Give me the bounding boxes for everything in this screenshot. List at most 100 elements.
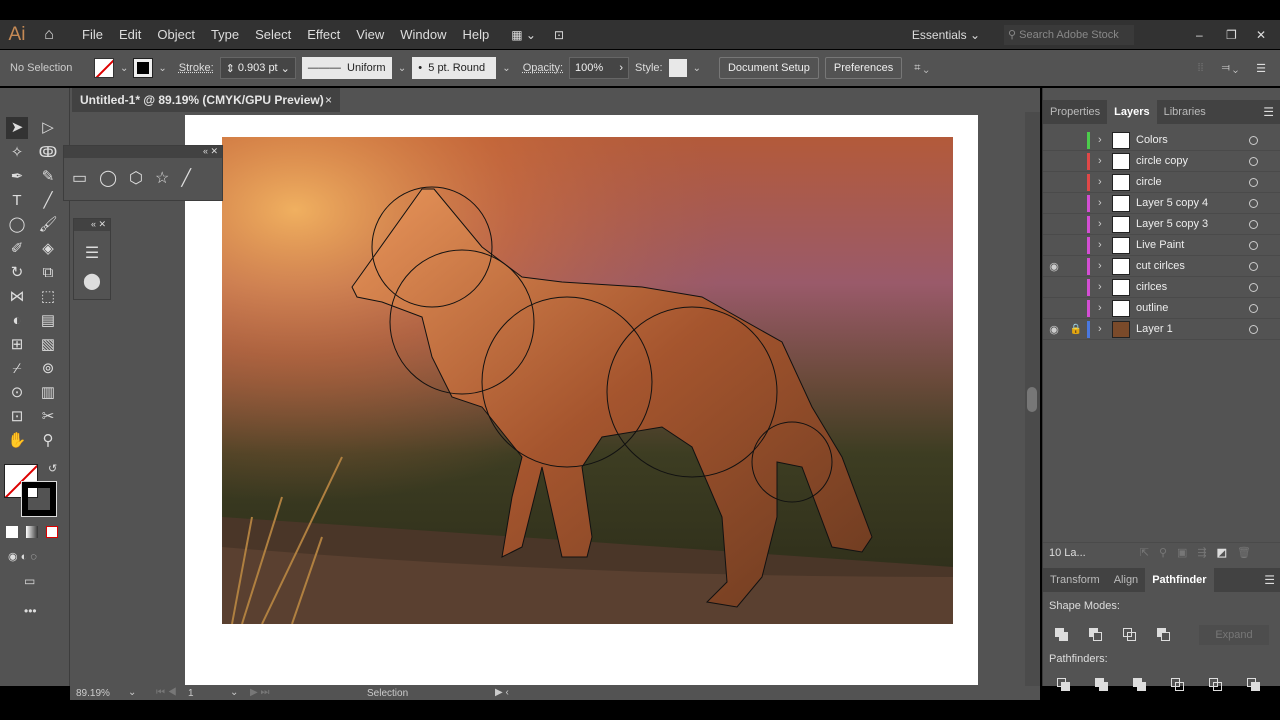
layer-name[interactable]: outline — [1136, 302, 1168, 314]
align-icon[interactable]: ⁞⁞ — [1197, 62, 1203, 74]
layer-row[interactable]: › Live Paint — [1043, 235, 1280, 256]
type-tool-icon[interactable]: T — [6, 190, 28, 212]
preferences-button[interactable]: Preferences — [824, 57, 903, 79]
pen-tool-icon[interactable]: ✒ — [6, 166, 28, 188]
merge-icon[interactable] — [1133, 678, 1147, 692]
rectangle-tool-icon[interactable]: ▭ — [72, 168, 87, 188]
scrollbar-thumb[interactable] — [1027, 387, 1037, 412]
variable-width-profile[interactable]: ——— Uniform — [301, 57, 392, 79]
perspective-grid-tool-icon[interactable]: ▤ — [37, 310, 59, 332]
line-tool-icon[interactable]: ╱ — [37, 190, 59, 212]
select-similar-icon[interactable]: ⌗ ⌄ — [914, 62, 928, 75]
home-icon[interactable]: ⌂ — [34, 26, 64, 44]
paintbrush-tool-icon[interactable]: 🖌 — [37, 214, 59, 236]
fill-swatch[interactable] — [94, 58, 114, 78]
blend-tool-icon[interactable]: ⊚ — [37, 358, 59, 380]
divide-icon[interactable] — [1057, 678, 1071, 692]
target-circle-icon[interactable] — [1249, 177, 1258, 187]
document-tab[interactable]: Untitled-1* @ 89.19% (CMYK/GPU Preview) × — [72, 88, 340, 112]
target-circle-icon[interactable] — [1249, 324, 1258, 334]
swap-fill-stroke-icon[interactable]: ↺ — [48, 462, 57, 475]
gradient-tool-icon[interactable]: ▧ — [37, 334, 59, 356]
ellipse-icon[interactable]: ◯ — [99, 168, 117, 188]
expand-arrow-icon[interactable]: › — [1098, 176, 1112, 188]
visibility-eye-icon[interactable]: ◉ — [1043, 323, 1065, 336]
gpu-performance-icon[interactable]: ⊡ — [554, 28, 564, 42]
expand-arrow-icon[interactable]: › — [1098, 155, 1112, 167]
layer-row[interactable]: › cirlces — [1043, 277, 1280, 298]
expand-arrow-icon[interactable]: › — [1098, 281, 1112, 293]
symbol-sprayer-tool-icon[interactable]: ⊙ — [6, 382, 28, 404]
layer-name[interactable]: Live Paint — [1136, 239, 1184, 251]
visibility-eye-icon[interactable]: ◉ — [1043, 260, 1065, 273]
tab-align[interactable]: Align — [1107, 568, 1145, 592]
layer-row[interactable]: › Layer 5 copy 4 — [1043, 193, 1280, 214]
stock-search[interactable]: ⚲ Search Adobe Stock — [1004, 24, 1134, 45]
star-tool-icon[interactable]: ☆ — [155, 168, 169, 188]
layer-row[interactable]: › Colors — [1043, 130, 1280, 151]
tab-layers[interactable]: Layers — [1107, 100, 1157, 124]
stroke-weight-input[interactable]: ⇕ 0.903 pt ⌄ — [219, 57, 296, 79]
layer-row[interactable]: ◉ 🔒 › Layer 1 — [1043, 319, 1280, 340]
pathfinder-menu-icon[interactable]: ☰ — [1264, 573, 1275, 587]
tab-libraries[interactable]: Libraries — [1157, 100, 1213, 124]
style-swatch[interactable] — [668, 59, 687, 77]
slice-tool-icon[interactable]: ✂ — [37, 406, 59, 428]
expand-arrow-icon[interactable]: › — [1098, 218, 1112, 230]
minus-front-icon[interactable] — [1089, 628, 1103, 642]
layer-name[interactable]: circle — [1136, 176, 1162, 188]
color-mode-icon[interactable] — [6, 526, 18, 538]
stroke-color-swatch[interactable] — [21, 481, 57, 517]
graph-tool-icon[interactable]: ▥ — [37, 382, 59, 404]
menu-help[interactable]: Help — [454, 27, 497, 42]
layer-name[interactable]: cut cirlces — [1136, 260, 1185, 272]
menu-view[interactable]: View — [348, 27, 392, 42]
line-segment-icon[interactable]: ╱ — [181, 168, 191, 188]
opacity-input[interactable]: 100% › — [569, 57, 630, 79]
edit-toolbar-icon[interactable]: ••• — [24, 604, 37, 618]
outline-icon[interactable] — [1209, 678, 1223, 692]
target-circle-icon[interactable] — [1249, 282, 1258, 292]
restore-button[interactable]: ❐ — [1226, 28, 1256, 42]
artboard-tool-icon[interactable]: ⊡ — [6, 406, 28, 428]
artboard-number[interactable]: 1 — [188, 688, 194, 699]
layer-actions-icons[interactable]: ⇱⚲▣⇶◩🗑 — [1140, 546, 1261, 559]
zoom-level[interactable]: 89.19% — [76, 688, 110, 699]
next-artboard-icon[interactable]: ▶ ⏭ — [250, 687, 269, 698]
menu-select[interactable]: Select — [247, 27, 299, 42]
zoom-tool-icon[interactable]: ⚲ — [37, 430, 59, 452]
expand-arrow-icon[interactable]: › — [1098, 260, 1112, 272]
crop-icon[interactable] — [1171, 678, 1185, 692]
layer-name[interactable]: Layer 1 — [1136, 323, 1173, 335]
appearance-icon[interactable]: ⬤ — [74, 271, 110, 291]
menu-file[interactable]: File — [74, 27, 111, 42]
panel-header[interactable]: « ✕ — [64, 146, 222, 158]
layer-name[interactable]: Colors — [1136, 134, 1168, 146]
none-mode-icon[interactable] — [46, 526, 58, 538]
menu-effect[interactable]: Effect — [299, 27, 348, 42]
stroke-label[interactable]: Stroke: — [179, 62, 214, 74]
exclude-icon[interactable] — [1157, 628, 1171, 642]
trim-icon[interactable] — [1095, 678, 1109, 692]
layer-row[interactable]: › outline — [1043, 298, 1280, 319]
menu-window[interactable]: Window — [392, 27, 454, 42]
layer-name[interactable]: Layer 5 copy 4 — [1136, 197, 1208, 209]
close-window-button[interactable]: ✕ — [1256, 28, 1280, 42]
panel-header[interactable]: « ✕ — [74, 219, 110, 231]
eraser-tool-icon[interactable]: ◈ — [37, 238, 59, 260]
minus-back-icon[interactable] — [1247, 678, 1261, 692]
menu-type[interactable]: Type — [203, 27, 247, 42]
menu-icon[interactable]: ☰ — [74, 243, 110, 263]
lasso-tool-icon[interactable]: ↂ — [37, 142, 59, 164]
panel-menu-icon[interactable]: ☰ — [1256, 62, 1266, 75]
shape-builder-tool-icon[interactable]: ◐ — [6, 310, 28, 332]
tab-pathfinder[interactable]: Pathfinder — [1145, 568, 1214, 592]
eyedropper-tool-icon[interactable]: ⌿ — [6, 358, 28, 380]
screen-mode-icon[interactable]: ▭ — [24, 574, 35, 588]
shaper-tool-icon[interactable]: ✐ — [6, 238, 28, 260]
expand-arrow-icon[interactable]: › — [1098, 323, 1112, 335]
intersect-icon[interactable] — [1123, 628, 1137, 642]
transform-icon[interactable]: ⫤ ⌄ — [1222, 62, 1239, 75]
expand-arrow-icon[interactable]: › — [1098, 239, 1112, 251]
mesh-tool-icon[interactable]: ⊞ — [6, 334, 28, 356]
